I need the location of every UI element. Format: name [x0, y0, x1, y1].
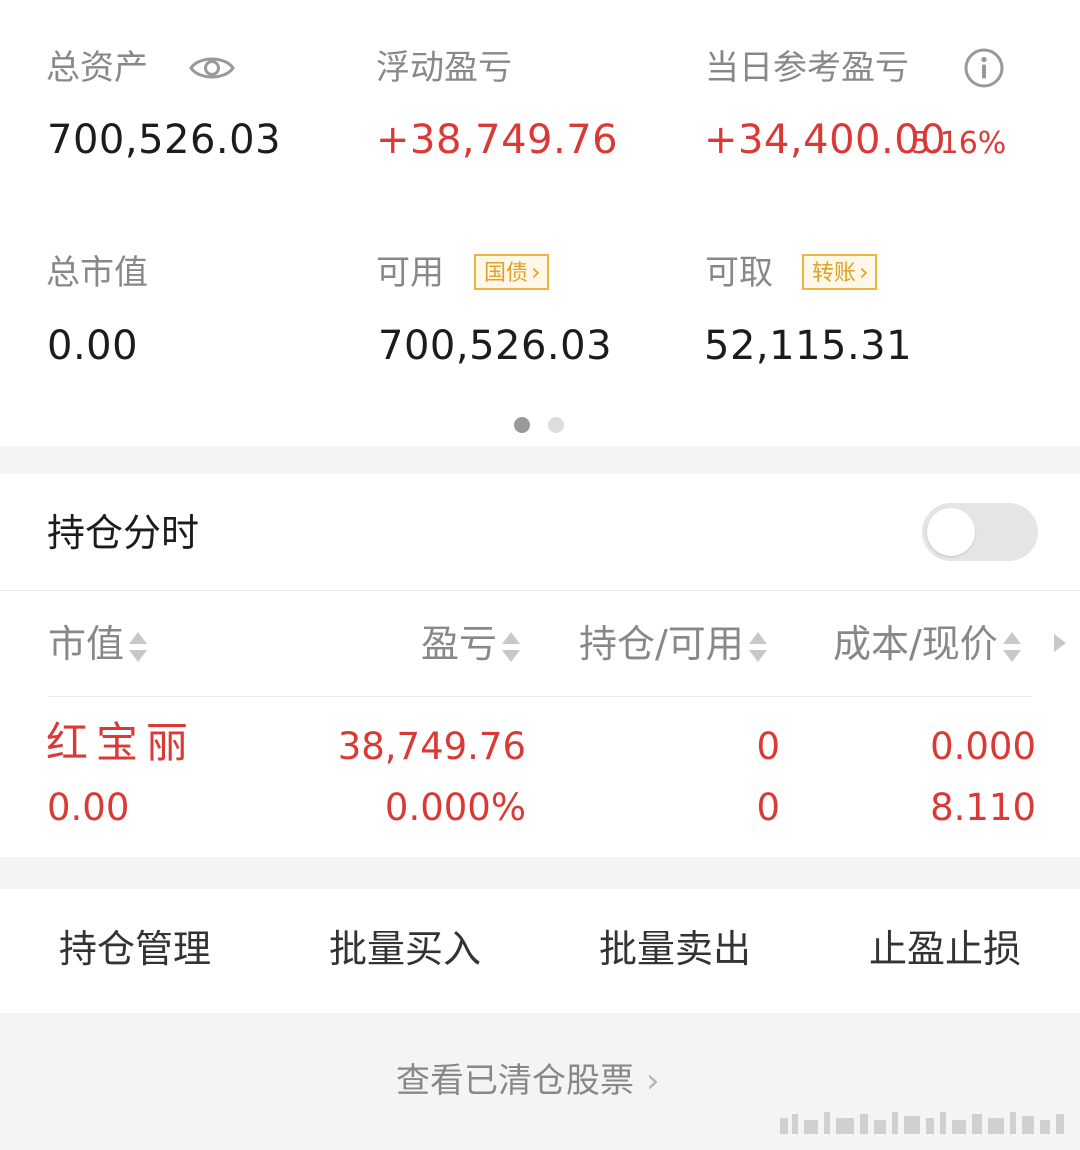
stock-name: 红宝丽 [46, 718, 197, 767]
available-value: 700,526.03 [378, 323, 613, 369]
scroll-right-icon[interactable] [1052, 632, 1068, 654]
market-value-label: 总市值 [46, 253, 148, 293]
cost-cell: 0.000 [930, 725, 1036, 768]
sort-icon [748, 631, 767, 662]
account-summary: 总资产 700,526.03 浮动盈亏 +38,749.76 当日参考盈亏 +3… [0, 0, 1080, 446]
withdrawable-value: 52,115.31 [704, 323, 913, 369]
sort-icon [502, 631, 521, 662]
floating-pl-label: 浮动盈亏 [376, 48, 512, 88]
position-cell: 0 [756, 725, 780, 768]
header-cost-price-label: 成本/现价 [833, 622, 998, 666]
sort-icon [129, 631, 148, 662]
sort-icon [1002, 631, 1021, 662]
price-cell: 8.110 [930, 786, 1036, 829]
chevron-right-icon: › [646, 1061, 660, 1101]
available-cell: 0 [756, 786, 780, 829]
stop-profit-loss-button[interactable]: 止盈止损 [850, 927, 1040, 971]
profit-cell: 38,749.76 [337, 725, 526, 768]
divider [0, 590, 1080, 591]
header-profit-label: 盈亏 [421, 622, 498, 666]
daily-pl-value: +34,400.00 [704, 117, 947, 163]
page-dot-active[interactable] [514, 417, 530, 433]
treasury-bond-tag[interactable]: 国债 › [474, 254, 549, 290]
header-position-available-label: 持仓/可用 [579, 622, 744, 666]
cleared-stocks-link-label: 查看已清仓股票 [396, 1061, 634, 1101]
header-cost-price[interactable]: 成本/现价 [833, 622, 1023, 666]
total-assets-value: 700,526.03 [47, 117, 282, 163]
cleared-stocks-link[interactable]: 查看已清仓股票 › [396, 1061, 660, 1101]
chevron-right-icon: › [859, 258, 869, 286]
header-market-value[interactable]: 市值 [48, 622, 149, 666]
batch-buy-button[interactable]: 批量买入 [310, 927, 500, 971]
transfer-tag[interactable]: 转账 › [802, 254, 877, 290]
header-position-available[interactable]: 持仓/可用 [579, 622, 769, 666]
holdings-intraday-label: 持仓分时 [47, 511, 200, 555]
manage-holdings-button[interactable]: 持仓管理 [40, 927, 230, 971]
withdrawable-label: 可取 [705, 253, 773, 293]
info-icon[interactable] [963, 47, 1005, 89]
action-bar: 持仓管理 批量买入 批量卖出 止盈止损 [0, 889, 1080, 1013]
total-assets-label: 总资产 [46, 48, 148, 88]
eye-icon[interactable] [188, 51, 236, 85]
market-value-value: 0.00 [47, 323, 139, 369]
transfer-tag-label: 转账 [812, 261, 857, 286]
page-dot[interactable] [548, 417, 564, 433]
holdings-intraday-switch[interactable] [922, 503, 1038, 561]
chevron-right-icon: › [531, 258, 541, 286]
treasury-bond-tag-label: 国债 [484, 261, 529, 286]
watermark-graphic [780, 1112, 1064, 1134]
profit-percent-cell: 0.000% [384, 786, 526, 829]
table-row[interactable]: 红宝丽 0.00 38,749.76 0.000% 0 0 0.000 8.11… [0, 697, 1080, 857]
market-value-cell: 0.00 [47, 786, 130, 829]
section-divider [0, 446, 1080, 474]
daily-pl-label: 当日参考盈亏 [705, 48, 909, 88]
batch-sell-button[interactable]: 批量卖出 [580, 927, 770, 971]
floating-pl-value: +38,749.76 [376, 117, 619, 163]
section-divider [0, 857, 1080, 889]
header-profit[interactable]: 盈亏 [421, 622, 522, 666]
daily-pl-percent: 5.16% [911, 126, 1007, 161]
header-market-value-label: 市值 [48, 622, 125, 666]
available-label: 可用 [376, 253, 444, 293]
switch-knob [927, 508, 975, 556]
